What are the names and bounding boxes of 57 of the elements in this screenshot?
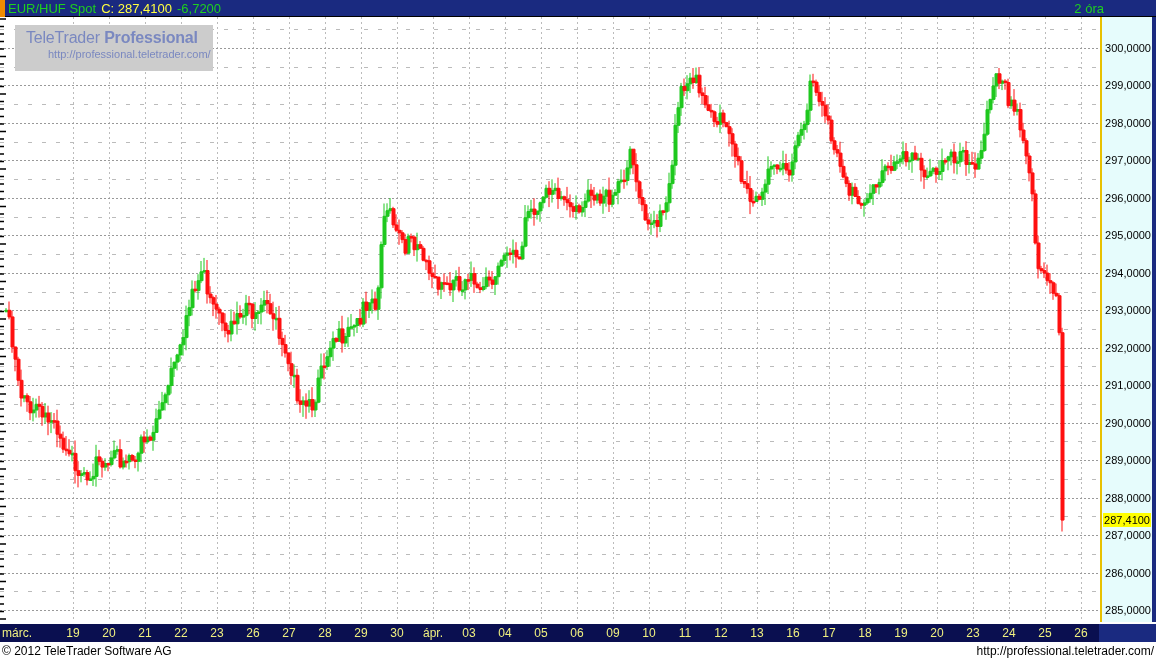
price-axis-label: 285,0000: [1104, 603, 1152, 618]
price-axis-label: 286,0000: [1104, 565, 1152, 580]
close-price: C: 287,4100: [101, 0, 172, 16]
time-axis-label: 06: [569, 626, 585, 640]
time-axis-label: 20: [101, 626, 117, 640]
price-axis-label: 295,0000: [1104, 228, 1152, 243]
time-axis-label: 19: [893, 626, 909, 640]
time-axis-label: 09: [605, 626, 621, 640]
status-marker: [0, 0, 5, 17]
price-axis-label: 291,0000: [1104, 378, 1152, 393]
time-axis-label: ápr.: [422, 626, 444, 640]
time-axis-label: 24: [1001, 626, 1017, 640]
price-axis-label: 300,0000: [1104, 41, 1152, 55]
time-axis-label: 21: [137, 626, 153, 640]
time-axis-label: 28: [317, 626, 333, 640]
time-axis-label: 27: [281, 626, 297, 640]
time-axis-label: 18: [857, 626, 873, 640]
axis-corner-panel: [1099, 624, 1156, 642]
interval-label: 2 óra: [1074, 0, 1104, 16]
time-axis-label: 13: [749, 626, 765, 640]
price-axis-label: 289,0000: [1104, 453, 1152, 468]
price-axis-label: 290,0000: [1104, 415, 1152, 430]
price-axis-label: 293,0000: [1104, 303, 1152, 318]
price-axis-label: 299,0000: [1104, 78, 1152, 93]
price-change: -6,7200: [177, 0, 222, 16]
price-axis-label: 294,0000: [1104, 265, 1152, 280]
time-axis-label: 11: [677, 626, 693, 640]
time-axis-label: 26: [1073, 626, 1089, 640]
time-axis-label: 04: [497, 626, 513, 640]
time-axis-label: 22: [173, 626, 189, 640]
time-axis-label: 20: [929, 626, 945, 640]
copyright-text: © 2012 TeleTrader Software AG: [2, 643, 172, 658]
price-axis-label: 287,0000: [1104, 528, 1152, 543]
time-axis-label: 23: [209, 626, 225, 640]
price-axis-label: 297,0000: [1104, 153, 1152, 168]
time-axis-label: 25: [1037, 626, 1053, 640]
time-axis-label: 17: [821, 626, 837, 640]
time-axis-label: 05: [533, 626, 549, 640]
time-axis-label: 16: [785, 626, 801, 640]
time-axis-label: 26: [245, 626, 261, 640]
price-axis-label: 292,0000: [1104, 340, 1152, 355]
time-axis-label: 29: [353, 626, 369, 640]
time-axis-label: 03: [461, 626, 477, 640]
price-axis-label: 296,0000: [1104, 190, 1152, 205]
logo-url: http://professional.teletrader.com/: [48, 48, 212, 60]
time-axis-label: márc.: [1, 626, 33, 640]
price-axis-label: 298,0000: [1104, 115, 1152, 130]
last-price-badge: 287,4100: [1103, 512, 1151, 527]
time-axis-label: 12: [713, 626, 729, 640]
price-axis-label: 288,0000: [1104, 490, 1152, 505]
website-url: http://professional.teletrader.com/: [976, 643, 1154, 658]
time-axis-label: 10: [641, 626, 657, 640]
logo-title: TeleTrader Professional: [26, 28, 198, 48]
time-axis-label: 19: [65, 626, 81, 640]
time-axis-label: 30: [389, 626, 405, 640]
symbol-title: EUR/HUF Spot: [8, 0, 97, 16]
time-axis-label: 23: [965, 626, 981, 640]
